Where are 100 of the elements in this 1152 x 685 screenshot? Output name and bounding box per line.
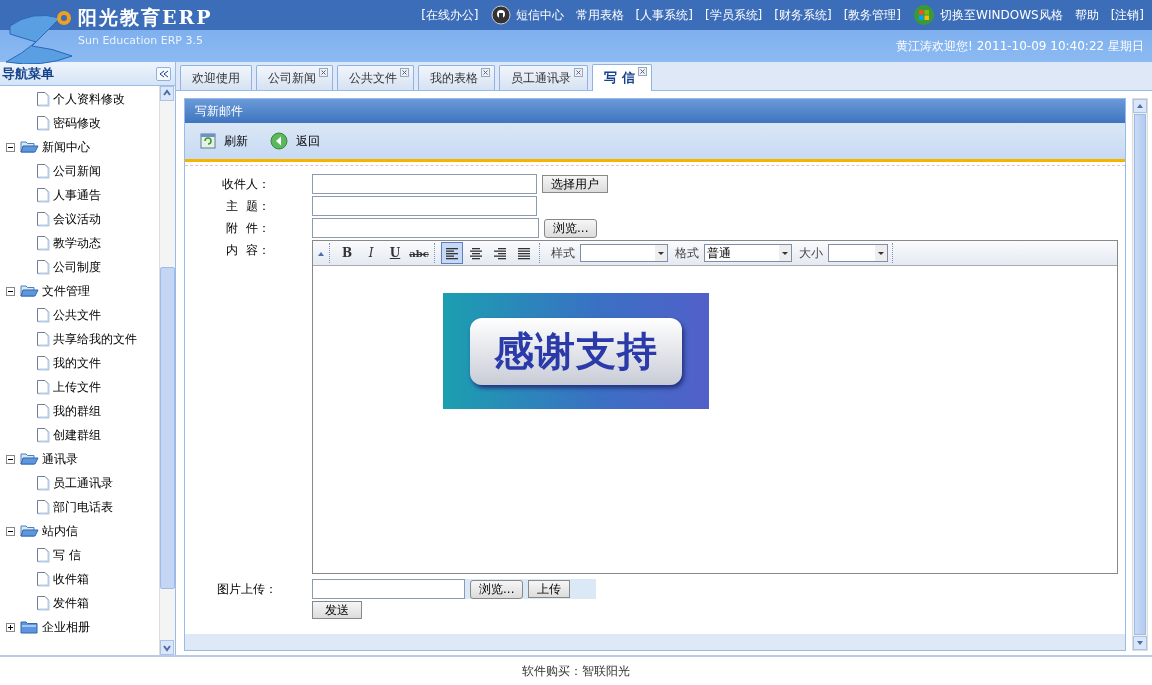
collapse-button[interactable] — [156, 66, 171, 81]
menu-group[interactable]: 通讯录 — [42, 450, 78, 468]
menu-group[interactable]: 企业相册 — [42, 618, 90, 636]
menu-item[interactable]: 员工通讯录 — [53, 474, 113, 492]
page-icon — [36, 163, 50, 179]
page-icon — [36, 307, 50, 323]
sidebar-title: 导航菜单 — [2, 64, 54, 83]
menu-item[interactable]: 收件箱 — [53, 570, 89, 588]
panel-title: 写新邮件 — [195, 102, 243, 120]
page-icon — [36, 547, 50, 563]
menu-item[interactable]: 公司新闻 — [53, 162, 101, 180]
expand-toggle-icon[interactable] — [6, 622, 15, 632]
menu-item[interactable]: 发件箱 — [53, 594, 89, 612]
message-icon — [490, 5, 511, 25]
menu-item[interactable]: 部门电话表 — [53, 498, 113, 516]
page-icon — [36, 235, 50, 251]
image-file-field[interactable] — [312, 579, 465, 599]
field-label: 图片上传： — [216, 581, 278, 598]
scrollbar[interactable] — [159, 86, 175, 655]
refresh-button[interactable]: 刷新 — [200, 132, 248, 150]
page-icon — [36, 571, 50, 587]
menu-item[interactable]: 公共文件 — [53, 306, 101, 324]
attachment-field[interactable] — [312, 218, 539, 238]
nav-link[interactable]: 常用表格 — [575, 6, 624, 24]
back-button[interactable]: 返回 — [270, 132, 320, 150]
menu-group[interactable]: 新闻中心 — [42, 138, 90, 156]
menu-item[interactable]: 创建群组 — [53, 426, 101, 444]
menu-item[interactable]: 会议活动 — [53, 210, 101, 228]
nav-link[interactable]: [学员系统] — [704, 6, 763, 24]
dropdown[interactable]: 普通 — [704, 244, 792, 262]
menu-group[interactable]: 文件管理 — [42, 282, 90, 300]
page-icon — [36, 211, 50, 227]
field-label: 主 题： — [225, 198, 271, 215]
dropdown[interactable] — [580, 244, 668, 262]
collapse-toggle-icon[interactable] — [6, 142, 15, 152]
tab[interactable]: 员工通讯录 — [499, 65, 588, 90]
page-icon — [36, 475, 50, 491]
menu-item[interactable]: 上传文件 — [53, 378, 101, 396]
nav-link[interactable]: 切换至WINDOWS风格 — [940, 6, 1063, 24]
windows-icon — [913, 4, 936, 26]
tab[interactable]: 写 信 — [592, 64, 652, 91]
menu-item[interactable]: 密码修改 — [53, 114, 101, 132]
upload-button[interactable]: 上传 — [528, 580, 571, 598]
menu-item[interactable]: 教学动态 — [53, 234, 101, 252]
recipient-field[interactable] — [312, 174, 537, 194]
app-title: 阳光教育ERP — [78, 5, 213, 30]
bold-button[interactable]: B — [336, 242, 358, 264]
page-icon — [36, 331, 50, 347]
field-label: 附 件： — [225, 220, 271, 237]
tab[interactable]: 公共文件 — [337, 65, 414, 90]
select-label: 格式 — [675, 244, 699, 262]
select-label: 大小 — [799, 244, 823, 262]
subject-field[interactable] — [312, 196, 537, 216]
browse-button[interactable]: 浏览... — [544, 218, 598, 238]
menu-group[interactable]: 站内信 — [42, 522, 78, 540]
nav-link[interactable]: 帮助 — [1074, 6, 1099, 24]
nav-link[interactable]: [注销] — [1110, 6, 1144, 24]
collapse-toggle-icon[interactable] — [6, 286, 15, 296]
app-subtitle: Sun Education ERP 3.5 — [78, 34, 203, 47]
tab[interactable]: 欢迎使用 — [180, 65, 252, 90]
align-justify-icon — [517, 246, 531, 260]
tab[interactable]: 我的表格 — [418, 65, 495, 90]
welcome-text: 黄江涛欢迎您! 2011-10-09 10:40:22 星期日 — [896, 37, 1144, 55]
nav-link[interactable]: [教务管理] — [843, 6, 902, 24]
field-label: 内 容： — [225, 242, 271, 259]
folder-icon — [20, 619, 39, 635]
scroll-up-icon — [1133, 99, 1147, 113]
strike-button[interactable]: abc — [408, 242, 430, 264]
menu-item[interactable]: 我的群组 — [53, 402, 101, 420]
align-left-button[interactable] — [441, 242, 463, 264]
underline-button[interactable]: U — [384, 242, 406, 264]
italic-button[interactable]: I — [360, 242, 382, 264]
send-button[interactable]: 发送 — [312, 601, 362, 619]
align-right-icon — [493, 246, 507, 260]
menu-item[interactable]: 共享给我的文件 — [53, 330, 137, 348]
browse-button[interactable]: 浏览... — [470, 579, 524, 599]
page-icon — [36, 427, 50, 443]
select-label: 样式 — [551, 244, 575, 262]
nav-link[interactable]: [在线办公] — [421, 6, 479, 24]
nav-link[interactable]: [人事系统] — [635, 6, 693, 24]
page-icon — [36, 355, 50, 371]
align-center-icon — [469, 246, 483, 260]
nav-link[interactable]: 短信中心 — [515, 6, 564, 24]
tab[interactable]: 公司新闻 — [256, 65, 333, 90]
menu-item[interactable]: 人事通告 — [53, 186, 101, 204]
scrollbar[interactable] — [1132, 98, 1148, 651]
menu-item[interactable]: 我的文件 — [53, 354, 101, 372]
banner-text: 感谢支持 — [470, 317, 682, 385]
refresh-icon — [200, 133, 216, 149]
menu-item[interactable]: 个人资料修改 — [53, 90, 125, 108]
choose-user-button[interactable]: 选择用户 — [542, 175, 608, 193]
dropdown[interactable] — [828, 244, 888, 262]
nav-link[interactable]: [财务系统] — [774, 6, 832, 24]
menu-item[interactable]: 写 信 — [53, 546, 81, 564]
menu-item[interactable]: 公司制度 — [53, 258, 101, 276]
field-label: 收件人： — [221, 176, 271, 193]
collapse-toggle-icon[interactable] — [6, 526, 15, 536]
page-icon — [36, 499, 50, 515]
collapse-toggle-icon[interactable] — [6, 454, 15, 464]
open-folder-icon — [20, 283, 39, 299]
